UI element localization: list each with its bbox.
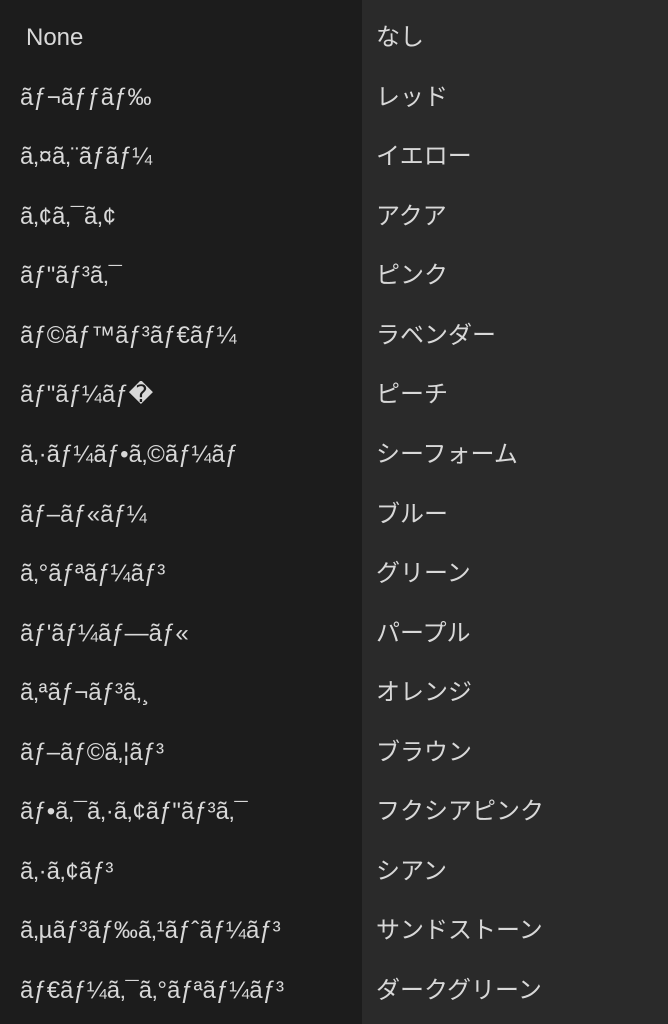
list-item: ブルー — [376, 501, 668, 530]
list-item: シーフォーム — [376, 441, 668, 470]
list-item: ピーチ — [376, 381, 668, 410]
list-item: サンドストーン — [376, 917, 668, 946]
list-item: ピンク — [376, 262, 668, 291]
list-item: アクア — [376, 203, 668, 232]
list-item: ラベンダー — [376, 322, 668, 351]
list-item: ã‚µãƒ³ãƒ‰ã‚¹ãƒˆãƒ¼ãƒ³ — [20, 917, 362, 946]
list-item: ãƒ•ã‚¯ã‚·ã‚¢ãƒ"ãƒ³ã‚¯ — [20, 798, 362, 827]
list-item: ãƒ"ãƒ¼ãƒ� — [20, 381, 362, 410]
left-column: None ãƒ¬ãƒƒãƒ‰ ã‚¤ã‚¨ãƒãƒ¼ ã‚¢ã‚¯ã‚¢ ãƒ"… — [0, 0, 362, 1024]
list-item: ãƒ–ãƒ©ã‚¦ãƒ³ — [20, 739, 362, 768]
list-item: ãƒ€ãƒ¼ã‚¯ã‚°ãƒªãƒ¼ãƒ³ — [20, 977, 362, 1006]
list-item: なし — [376, 24, 668, 53]
list-item: パープル — [376, 620, 668, 649]
list-item: ã‚¢ã‚¯ã‚¢ — [20, 203, 362, 232]
list-item: ブラウン — [376, 739, 668, 768]
list-item: ãƒ'ãƒ¼ãƒ—ãƒ« — [20, 620, 362, 649]
list-item: ã‚ªãƒ¬ãƒ³ã‚¸ — [20, 679, 362, 708]
list-item: フクシアピンク — [376, 798, 668, 827]
list-item: ã‚¤ã‚¨ãƒãƒ¼ — [20, 143, 362, 172]
list-item: None — [20, 24, 362, 53]
list-item: ãƒ©ãƒ™ãƒ³ãƒ€ãƒ¼ — [20, 322, 362, 351]
list-item: ã‚°ãƒªãƒ¼ãƒ³ — [20, 560, 362, 589]
list-item: グリーン — [376, 560, 668, 589]
list-item: レッド — [376, 84, 668, 113]
list-item: ã‚·ã‚¢ãƒ³ — [20, 858, 362, 887]
list-item: ダークグリーン — [376, 977, 668, 1006]
list-item: オレンジ — [376, 679, 668, 708]
list-item: ã‚·ãƒ¼ãƒ•ã‚©ãƒ¼ãƒ — [20, 441, 362, 470]
list-item: シアン — [376, 858, 668, 887]
list-item: ãƒ"ãƒ³ã‚¯ — [20, 262, 362, 291]
list-item: ãƒ–ãƒ«ãƒ¼ — [20, 501, 362, 530]
list-item: イエロー — [376, 143, 668, 172]
list-item: ãƒ¬ãƒƒãƒ‰ — [20, 84, 362, 113]
right-column: なし レッド イエロー アクア ピンク ラベンダー ピーチ シーフォーム ブルー… — [362, 0, 668, 1024]
